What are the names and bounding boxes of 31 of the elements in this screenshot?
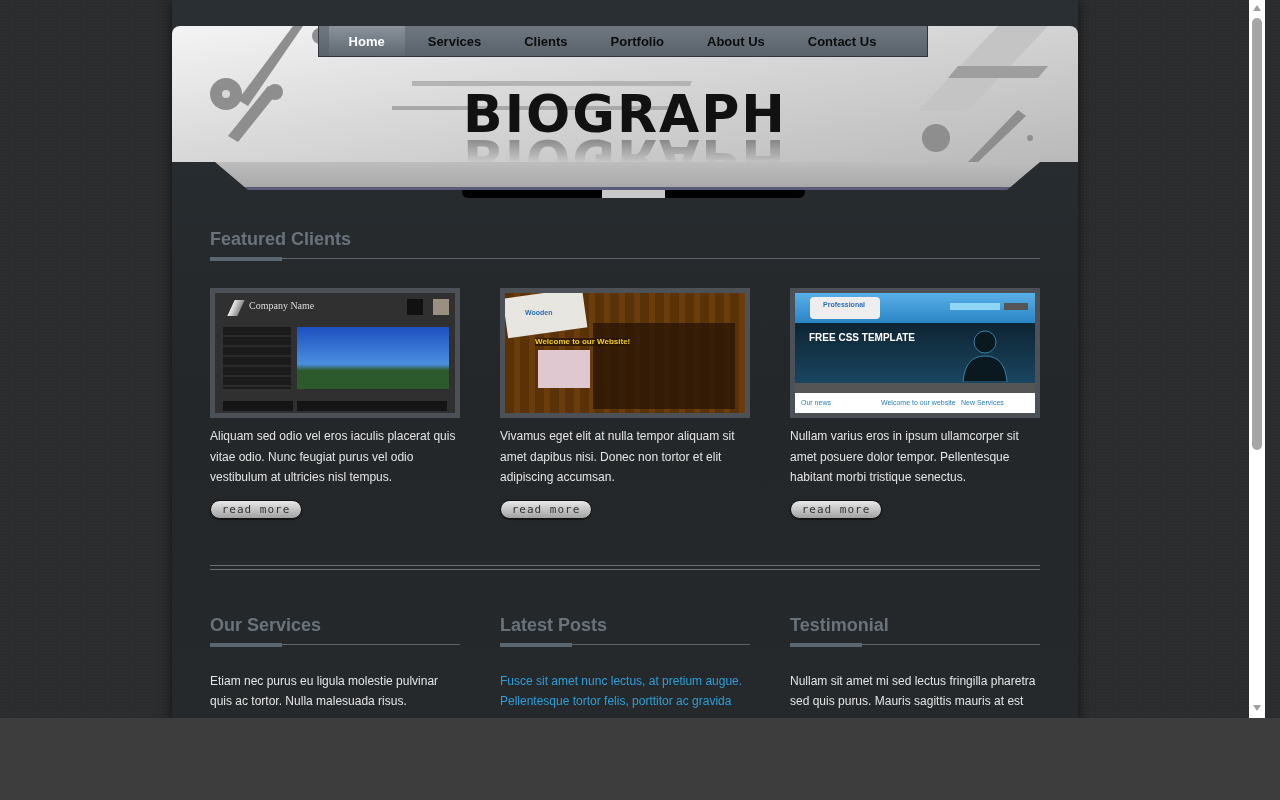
updates-bar bbox=[223, 401, 293, 411]
panel-heading: Welcome to our Website! bbox=[535, 338, 631, 346]
post-link[interactable]: Fusce sit amet nunc lectus, at pretium augue. Pellentesque tortor felis, porttitor ac gravida bbox=[500, 670, 750, 712]
nav-link[interactable]: Contact Us bbox=[787, 26, 897, 56]
site-logo: BIOGRAPH bbox=[463, 90, 787, 138]
logo-icon bbox=[227, 300, 245, 316]
scrollbar-thumb[interactable] bbox=[1252, 18, 1262, 450]
client-description: Vivamus eget elit at nulla tempor aliquam sit amet dapibus nisi. Donec non tortor et elit adipiscing accumsan. bbox=[500, 428, 736, 486]
nav-link[interactable]: Portfolio bbox=[590, 26, 684, 56]
scrollbar[interactable] bbox=[1249, 0, 1265, 718]
section-heading: Testimonial bbox=[790, 613, 890, 636]
client-description: Nullam varius eros in ipsum ullamcorper sit amet posuere dolor tempor. Pellentesque habitant morbi tristique senectus. bbox=[790, 428, 1020, 486]
client-description: Aliquam sed odio vel eros iaculis placerat quis vitae odio. Nunc feugiat purus vel odio vestibulum at ultricies nisl tempus. bbox=[210, 428, 457, 486]
section-heading: Featured Clients bbox=[210, 228, 353, 250]
hero-heading: FREE CSS TEMPLATE bbox=[809, 333, 915, 343]
nav-link[interactable]: Home bbox=[328, 26, 405, 56]
section-heading: Our Services bbox=[210, 613, 323, 636]
scroll-down-icon[interactable] bbox=[1253, 705, 1261, 711]
section-text: Nullam sit amet mi sed lectus fringilla pharetra sed quis purus. Mauris sagittis mauris at est bbox=[790, 672, 1037, 710]
nav-link[interactable]: Services bbox=[407, 26, 502, 56]
read-more-button[interactable]: read more bbox=[790, 499, 882, 519]
company-name: Company Name bbox=[249, 301, 315, 311]
section-heading: Latest Posts bbox=[500, 613, 609, 636]
tab-highlight bbox=[602, 190, 665, 198]
read-more-button[interactable]: read more bbox=[500, 499, 592, 519]
scroll-up-icon[interactable] bbox=[1253, 5, 1261, 11]
flower-photo bbox=[538, 350, 590, 388]
section-text: Etiam nec purus eu ligula molestie pulvinar quis ac tortor. Nulla malesuada risus. bbox=[210, 672, 440, 710]
nav-link[interactable]: Clients bbox=[504, 26, 588, 56]
read-more-button[interactable]: read more bbox=[210, 499, 302, 519]
nav-link[interactable]: About Us bbox=[687, 26, 785, 56]
